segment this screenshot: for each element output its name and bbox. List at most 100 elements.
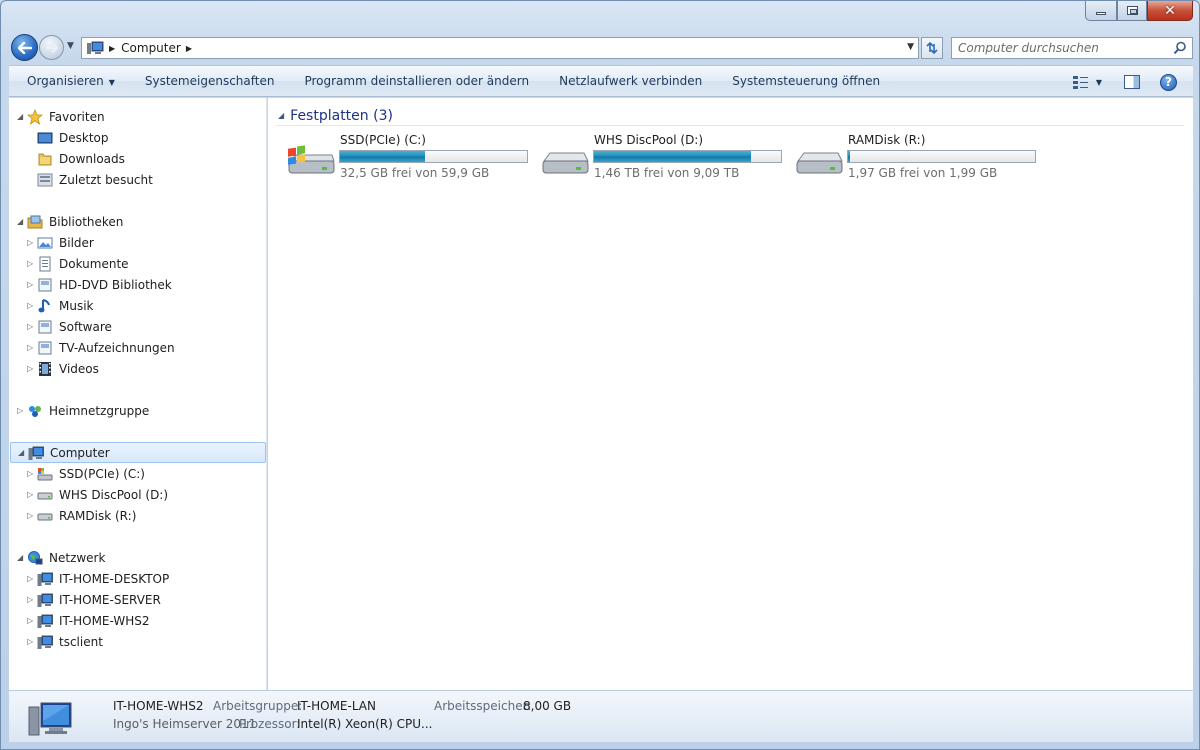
tree-drive-c[interactable]: ▷ SSD(PCIe) (C:) (27, 463, 145, 484)
collapsed-triangle-icon[interactable]: ▷ (27, 637, 37, 646)
tree-drive-r[interactable]: ▷ RAMDisk (R:) (27, 505, 136, 526)
breadcrumb-computer[interactable]: Computer (121, 41, 181, 55)
collapsed-triangle-icon[interactable]: ▷ (27, 364, 37, 373)
back-button[interactable] (11, 34, 38, 61)
collapsed-triangle-icon[interactable]: ▷ (27, 238, 37, 247)
tree-label: Software (59, 319, 112, 334)
expanded-triangle-icon[interactable]: ◢ (17, 217, 27, 226)
collapsed-triangle-icon[interactable]: ▷ (27, 343, 37, 352)
maximize-button[interactable] (1117, 1, 1147, 21)
tree-downloads[interactable]: Downloads (37, 148, 125, 169)
search-input[interactable] (958, 41, 1168, 55)
uninstall-program-button[interactable]: Programm deinstallieren oder ändern (289, 74, 544, 88)
tree-label: Musik (59, 298, 94, 313)
tree-documents[interactable]: ▷ Dokumente (27, 253, 129, 274)
tree-network-tsclient[interactable]: ▷ tsclient (27, 631, 103, 652)
breadcrumb-separator-icon[interactable]: ▶ (109, 44, 115, 53)
recent-pages-dropdown-icon[interactable]: ▼ (67, 41, 74, 51)
tree-network-desktop[interactable]: ▷ IT-HOME-DESKTOP (27, 568, 169, 589)
computer-icon (87, 41, 104, 54)
tree-network-whs2[interactable]: ▷ IT-HOME-WHS2 (27, 610, 150, 631)
tree-network-server[interactable]: ▷ IT-HOME-SERVER (27, 589, 161, 610)
help-icon[interactable]: ? (1160, 73, 1177, 91)
group-header-hard-drives[interactable]: ◢ Festplatten (3) (276, 106, 1184, 126)
refresh-button[interactable] (921, 37, 943, 59)
library-icon (38, 278, 52, 291)
drive-free-space: 32,5 GB frei von 59,9 GB (340, 166, 490, 180)
star-icon (27, 108, 43, 125)
drive-usage-fill (594, 151, 752, 162)
tree-hd-dvd-library[interactable]: ▷ HD-DVD Bibliothek (27, 274, 172, 295)
collapsed-triangle-icon[interactable]: ▷ (27, 616, 37, 625)
collapsed-triangle-icon[interactable]: ▷ (27, 322, 37, 331)
computer-icon (28, 702, 72, 736)
tree-computer[interactable]: ◢ Computer (10, 442, 266, 463)
tree-desktop[interactable]: Desktop (37, 127, 109, 148)
drive-item-c[interactable]: SSD(PCIe) (C:) 32,5 GB frei von 59,9 GB (286, 133, 536, 183)
content-area: ◢ Festplatten (3) SSD(PCIe) (C:) 32,5 GB… (268, 98, 1193, 690)
address-dropdown-icon[interactable]: ▼ (907, 42, 914, 52)
collapsed-triangle-icon[interactable]: ▷ (27, 511, 37, 520)
tree-label: TV-Aufzeichnungen (59, 340, 175, 355)
libraries-icon (27, 215, 43, 228)
tree-pictures[interactable]: ▷ Bilder (27, 232, 94, 253)
collapsed-triangle-icon[interactable]: ▷ (27, 469, 37, 478)
preview-pane-icon[interactable] (1124, 75, 1140, 89)
forward-button[interactable] (39, 35, 64, 60)
expanded-triangle-icon[interactable]: ◢ (17, 112, 27, 121)
collapsed-triangle-icon[interactable]: ▷ (27, 301, 37, 310)
map-network-drive-button[interactable]: Netzlaufwerk verbinden (544, 74, 717, 88)
collapsed-triangle-icon[interactable]: ▷ (27, 490, 37, 499)
minimize-button[interactable] (1085, 1, 1117, 21)
library-icon (38, 320, 52, 333)
tree-videos[interactable]: ▷ Videos (27, 358, 99, 379)
tree-favorites[interactable]: ◢ Favoriten (17, 106, 105, 127)
search-box[interactable] (951, 37, 1193, 59)
collapsed-triangle-icon[interactable]: ▷ (27, 280, 37, 289)
expanded-triangle-icon[interactable]: ◢ (278, 111, 284, 120)
processor-more: ... (421, 717, 433, 731)
collapsed-triangle-icon[interactable]: ▷ (17, 406, 27, 415)
drive-item-d[interactable]: WHS DiscPool (D:) 1,46 TB frei von 9,09 … (540, 133, 790, 183)
collapsed-triangle-icon[interactable]: ▷ (27, 574, 37, 583)
music-icon (38, 298, 50, 312)
open-control-panel-button[interactable]: Systemsteuerung öffnen (717, 74, 895, 88)
processor-value: Intel(R) Xeon(R) CPU (297, 717, 422, 731)
tree-network[interactable]: ◢ Netzwerk (17, 547, 105, 568)
tree-recent-places[interactable]: Zuletzt besucht (37, 169, 153, 190)
collapsed-triangle-icon[interactable]: ▷ (27, 595, 37, 604)
tree-label: IT-HOME-DESKTOP (59, 571, 170, 586)
workgroup-label: Arbeitsgruppe: (213, 699, 303, 713)
breadcrumb-chevron-icon[interactable]: ▶ (186, 44, 192, 53)
navigation-bar: ▼ ▶ Computer ▶ ▼ (9, 32, 1193, 62)
tree-software[interactable]: ▷ Software (27, 316, 112, 337)
expanded-triangle-icon[interactable]: ◢ (18, 448, 28, 457)
workgroup-value: IT-HOME-LAN (297, 699, 376, 713)
change-view-icon[interactable] (1072, 74, 1090, 90)
tree-label: Bibliotheken (49, 214, 124, 229)
homegroup-icon (29, 405, 41, 417)
organize-menu[interactable]: Organisieren ▼ (9, 74, 130, 88)
computer-name: IT-HOME-WHS2 (113, 699, 204, 713)
tree-libraries[interactable]: ◢ Bibliotheken (17, 211, 123, 232)
network-computer-icon (37, 593, 53, 607)
view-options-dropdown-icon[interactable]: ▼ (1096, 78, 1102, 87)
tree-tv-recordings[interactable]: ▷ TV-Aufzeichnungen (27, 337, 175, 358)
tree-homegroup[interactable]: ▷ Heimnetzgruppe (17, 400, 149, 421)
collapsed-triangle-icon[interactable]: ▷ (27, 259, 37, 268)
system-properties-button[interactable]: Systemeigenschaften (130, 74, 290, 88)
drive-item-r[interactable]: RAMDisk (R:) 1,97 GB frei von 1,99 GB (794, 133, 1044, 183)
search-icon[interactable] (1173, 41, 1187, 55)
tree-label: tsclient (59, 634, 103, 649)
tree-drive-d[interactable]: ▷ WHS DiscPool (D:) (27, 484, 168, 505)
network-computer-icon (37, 572, 53, 586)
expanded-triangle-icon[interactable]: ◢ (17, 553, 27, 562)
address-bar[interactable]: ▶ Computer ▶ ▼ (81, 37, 919, 59)
details-pane: IT-HOME-WHS2 Ingo's Heimserver 2011 Arbe… (9, 690, 1193, 742)
close-icon: ✕ (1164, 2, 1176, 19)
minimize-icon (1096, 12, 1106, 15)
tree-music[interactable]: ▷ Musik (27, 295, 94, 316)
close-button[interactable]: ✕ (1147, 1, 1193, 21)
command-bar: Organisieren ▼ Systemeigenschaften Progra… (9, 65, 1193, 97)
hard-drive-icon (37, 513, 53, 520)
